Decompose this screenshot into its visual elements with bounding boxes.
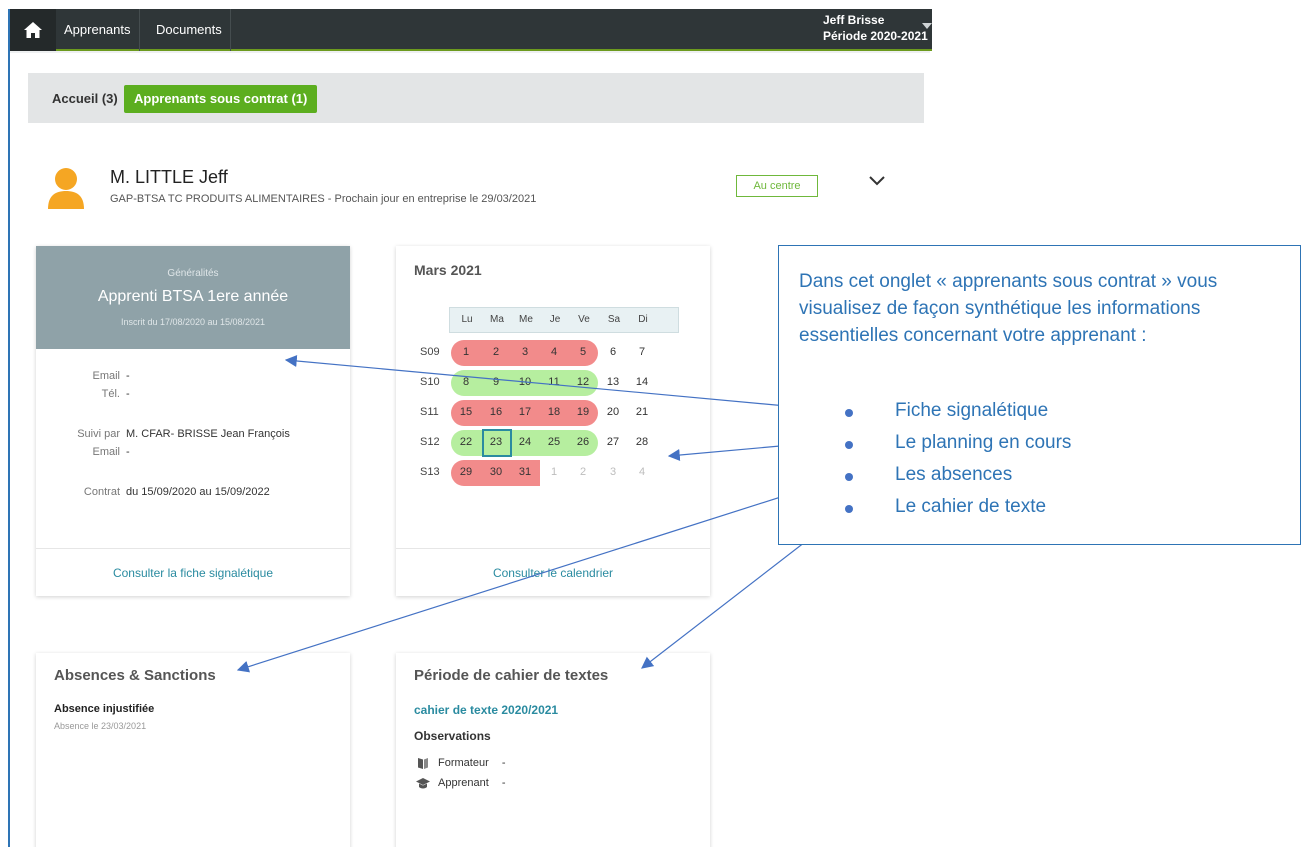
arrow-absences — [236, 479, 835, 673]
bullet-dot — [845, 409, 853, 417]
callout-text: Dans cet onglet « apprenants sous contra… — [799, 271, 1218, 346]
callout-bullet-4: Le cahier de texte — [895, 496, 1047, 517]
callout-bullet-2: Le planning en cours — [895, 432, 1072, 453]
bullet-dot — [845, 441, 853, 449]
bullet-dot — [845, 505, 853, 513]
annotation-callout: Dans cet onglet « apprenants sous contra… — [778, 245, 1301, 545]
bullet-dot — [845, 473, 853, 481]
callout-bullet-1: Fiche signalétique — [895, 400, 1049, 421]
arrow-fiche — [284, 355, 831, 411]
callout-bullet-3: Les absences — [895, 464, 1013, 485]
